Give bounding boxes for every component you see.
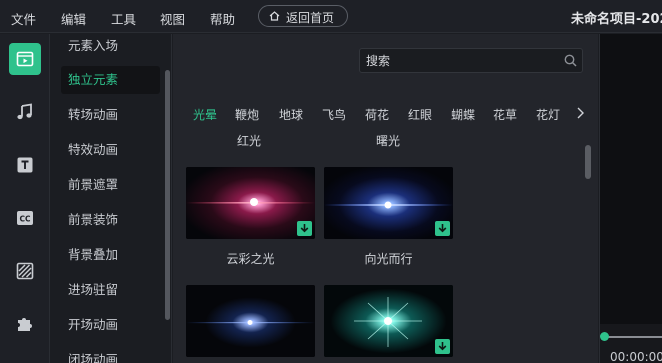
red-flare-preview bbox=[186, 167, 315, 239]
download-button[interactable] bbox=[297, 221, 312, 236]
menu-bar: 文件 编辑 工具 视图 帮助 返回首页 未命名项目-202 bbox=[0, 0, 662, 33]
tab-bianpao[interactable]: 鞭炮 bbox=[235, 106, 259, 123]
filter-icon bbox=[16, 262, 34, 280]
menu-help[interactable]: 帮助 bbox=[210, 9, 235, 28]
category-item[interactable]: 背景叠加 bbox=[61, 241, 160, 269]
category-item[interactable]: 前景装饰 bbox=[61, 206, 160, 234]
tab-hehua[interactable]: 荷花 bbox=[365, 106, 389, 123]
tab-guangyun[interactable]: 光晕 bbox=[193, 106, 217, 123]
media-icon bbox=[16, 51, 34, 67]
tab-huacao[interactable]: 花草 bbox=[493, 106, 517, 123]
timecode: 00:00:00 bbox=[610, 350, 662, 363]
tab-feiniao[interactable]: 飞鸟 bbox=[322, 106, 346, 123]
rail-music-button[interactable] bbox=[9, 96, 41, 128]
rail-caption-button[interactable]: CC bbox=[9, 202, 41, 234]
seek-handle[interactable] bbox=[600, 332, 609, 341]
search-icon[interactable] bbox=[564, 54, 577, 67]
cyan-star-preview bbox=[324, 285, 453, 357]
seek-track[interactable] bbox=[604, 336, 662, 338]
tab-diqiu[interactable]: 地球 bbox=[279, 106, 303, 123]
thumb-label: 曙光 bbox=[376, 134, 401, 148]
category-list: 元素入场 独立元素 转场动画 特效动画 前景遮罩 前景装饰 背景叠加 进场驻留 … bbox=[51, 34, 172, 363]
tool-rail: CC bbox=[0, 34, 50, 363]
svg-text:CC: CC bbox=[19, 215, 31, 224]
menu-tools[interactable]: 工具 bbox=[111, 9, 136, 28]
menu-file[interactable]: 文件 bbox=[11, 9, 36, 28]
rail-media-button[interactable] bbox=[9, 43, 41, 75]
tab-hongyan[interactable]: 红眼 bbox=[408, 106, 432, 123]
search-box bbox=[359, 48, 583, 73]
category-item[interactable]: 进场驻留 bbox=[61, 276, 160, 304]
tag-tabs: 光晕 鞭炮 地球 飞鸟 荷花 红眼 蝴蝶 花草 花灯 bbox=[173, 104, 598, 126]
category-item[interactable]: 特效动画 bbox=[61, 136, 160, 164]
text-icon bbox=[17, 157, 33, 173]
category-item[interactable]: 前景遮罩 bbox=[61, 171, 160, 199]
effect-thumbnail[interactable] bbox=[186, 167, 315, 239]
tab-huadeng[interactable]: 花灯 bbox=[536, 106, 560, 123]
effects-panel: 光晕 鞭炮 地球 飞鸟 荷花 红眼 蝴蝶 花草 花灯 红光 曙光 bbox=[173, 34, 598, 363]
category-item[interactable]: 闭场动画 bbox=[61, 346, 160, 363]
download-icon bbox=[438, 224, 447, 233]
project-title: 未命名项目-202 bbox=[571, 12, 662, 27]
home-icon bbox=[269, 11, 280, 21]
category-item[interactable]: 元素入场 bbox=[61, 34, 160, 60]
content-scrollbar[interactable] bbox=[585, 145, 591, 179]
music-icon bbox=[17, 103, 32, 120]
effect-thumbnail[interactable] bbox=[324, 285, 453, 357]
effect-thumbnail[interactable] bbox=[324, 167, 453, 239]
category-item[interactable]: 转场动画 bbox=[61, 101, 160, 129]
home-button-label: 返回首页 bbox=[286, 11, 335, 25]
category-scrollbar[interactable] bbox=[165, 70, 170, 320]
download-icon bbox=[438, 342, 447, 351]
download-button[interactable] bbox=[435, 339, 450, 354]
menu-edit[interactable]: 编辑 bbox=[61, 9, 86, 28]
search-input[interactable] bbox=[360, 49, 550, 72]
blue-flare-preview bbox=[324, 167, 453, 239]
effect-thumbnail[interactable] bbox=[186, 285, 315, 357]
caption-icon: CC bbox=[17, 211, 33, 225]
plugin-icon bbox=[18, 318, 32, 331]
blue-point-preview bbox=[186, 285, 315, 357]
thumb-label: 红光 bbox=[237, 134, 262, 148]
home-button[interactable]: 返回首页 bbox=[258, 5, 348, 27]
thumb-label: 云彩之光 bbox=[226, 252, 275, 266]
preview-canvas bbox=[600, 34, 662, 324]
tab-hudie[interactable]: 蝴蝶 bbox=[451, 106, 475, 123]
download-icon bbox=[300, 224, 309, 233]
thumb-label: 向光而行 bbox=[364, 252, 413, 266]
category-item-active[interactable]: 独立元素 bbox=[61, 66, 160, 94]
rail-text-button[interactable] bbox=[9, 149, 41, 181]
menu-view[interactable]: 视图 bbox=[160, 9, 185, 28]
chevron-right-icon[interactable] bbox=[575, 106, 585, 120]
category-item[interactable]: 开场动画 bbox=[61, 311, 160, 339]
rail-filter-button[interactable] bbox=[9, 255, 41, 287]
preview-panel: 00:00:00 bbox=[599, 34, 662, 363]
rail-plugin-button[interactable] bbox=[9, 308, 41, 340]
download-button[interactable] bbox=[435, 221, 450, 236]
